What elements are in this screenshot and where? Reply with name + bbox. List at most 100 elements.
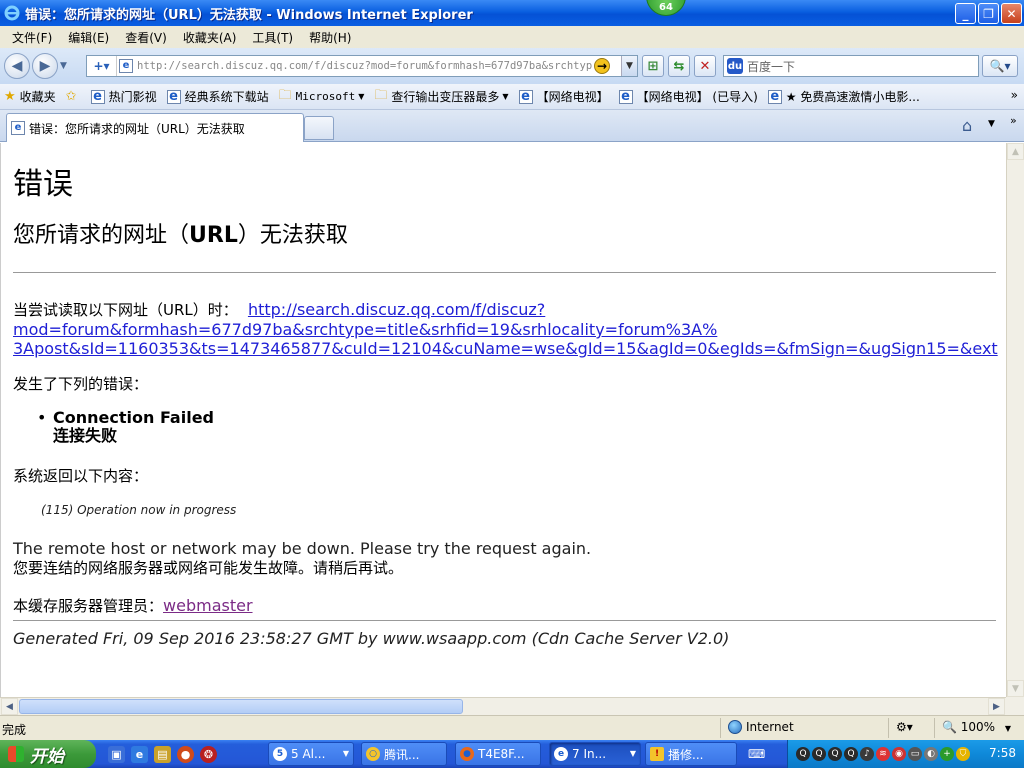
- fav-folder-microsoft[interactable]: 🗀 Microsoft ▼: [279, 86, 365, 108]
- favorites-bar: ★ 收藏夹 ✩ e 热门影视 e 经典系统下载站 🗀 Microsoft ▼ 🗀…: [0, 84, 1024, 110]
- scroll-right-icon[interactable]: ▶: [988, 698, 1005, 715]
- home-icon[interactable]: ⌂: [962, 116, 972, 135]
- chevron-down-icon: ▼: [502, 92, 509, 101]
- requested-url-link-1[interactable]: http://search.discuz.qq.com/f/discuz?: [248, 300, 545, 319]
- chevron-more-icon[interactable]: »: [1011, 88, 1018, 102]
- fav-item-network-tv-imported[interactable]: e 【网络电视】 (已导入): [618, 88, 758, 105]
- address-dropdown-icon[interactable]: ▼: [621, 56, 637, 76]
- task-label: T4E8F...: [478, 747, 525, 761]
- start-label: 开始: [30, 746, 64, 767]
- wifi-icon[interactable]: ≋: [876, 747, 890, 761]
- title-bar: 错误：您所请求的网址（URL）无法获取 - Windows Internet E…: [0, 0, 1024, 26]
- add-to-favorites-bar-button[interactable]: ✩: [66, 89, 81, 104]
- fav-label: ★ 免费高速激情小电影...: [785, 90, 920, 104]
- compatibility-view-icon[interactable]: ⊞: [642, 55, 664, 77]
- subtitle-url: URL: [189, 223, 238, 248]
- fav-folder-transformer[interactable]: 🗀 查行输出变压器最多 ▼: [374, 86, 508, 108]
- task-label: 7 In...: [572, 747, 607, 761]
- forward-button[interactable]: ▶: [32, 53, 58, 79]
- qq-icon[interactable]: Q: [812, 747, 826, 761]
- shield-icon[interactable]: ⛉: [956, 747, 970, 761]
- chevron-down-icon: ▼: [358, 92, 365, 101]
- minimize-button[interactable]: _: [955, 3, 976, 24]
- media-icon[interactable]: ●: [177, 745, 194, 763]
- requested-url-block: 当尝试读取以下网址（URL）时： http://search.discuz.qq…: [13, 300, 1006, 358]
- task-button-tencent[interactable]: ○ 腾讯...: [361, 742, 447, 766]
- go-icon[interactable]: →: [594, 58, 610, 74]
- chevron-more-icon[interactable]: »: [1010, 114, 1017, 127]
- task-label: 腾讯...: [384, 747, 420, 762]
- back-button[interactable]: ◀: [4, 53, 30, 79]
- qq-icon[interactable]: Q: [844, 747, 858, 761]
- stop-icon[interactable]: ✕: [694, 55, 716, 77]
- network-icon[interactable]: ▭: [908, 747, 922, 761]
- fav-item-system-download[interactable]: e 经典系统下载站: [166, 88, 269, 105]
- scroll-down-icon[interactable]: ▼: [1007, 680, 1024, 697]
- menu-view[interactable]: 查看(V): [117, 29, 175, 46]
- add-favorite-icon[interactable]: +▾: [87, 56, 117, 76]
- volume-icon[interactable]: ♪: [860, 747, 874, 761]
- history-dropdown-icon[interactable]: ▼: [60, 61, 67, 71]
- qq-icon[interactable]: Q: [796, 747, 810, 761]
- scrollbar-corner: [1006, 697, 1024, 715]
- app-icon[interactable]: ❂: [200, 745, 217, 763]
- maximize-button[interactable]: ❐: [978, 3, 999, 24]
- horizontal-scroll-thumb[interactable]: [19, 699, 463, 714]
- search-button[interactable]: 🔍▾: [982, 55, 1018, 77]
- windows-flag-icon: [8, 746, 24, 762]
- address-bar[interactable]: +▾ e http://search.discuz.qq.com/f/discu…: [86, 55, 638, 77]
- task-button-repair[interactable]: ! 播修...: [645, 742, 737, 766]
- scroll-left-icon[interactable]: ◀: [1, 698, 18, 715]
- requested-url-link-3[interactable]: 3Apost&sId=1160353&ts=1473465877&cuId=12…: [13, 339, 998, 358]
- tab-current[interactable]: e 错误：您所请求的网址（URL）无法获取: [6, 113, 304, 142]
- desktop-icon[interactable]: ▣: [108, 745, 125, 763]
- clock[interactable]: 7:58: [989, 746, 1016, 760]
- new-tab-button[interactable]: [304, 116, 334, 140]
- webmaster-link[interactable]: webmaster: [163, 596, 253, 615]
- antivirus-icon[interactable]: ◉: [892, 747, 906, 761]
- warning-icon: !: [650, 747, 664, 761]
- ie-icon[interactable]: e: [131, 745, 148, 763]
- chevron-down-icon: ▼: [629, 749, 636, 758]
- keyboard-icon[interactable]: ⌨: [748, 747, 765, 761]
- task-button-explorer[interactable]: 5 5 Al... ▼: [268, 742, 354, 766]
- error-name-cn: 连接失败: [53, 426, 118, 445]
- error-name-en: Connection Failed: [53, 408, 214, 427]
- shield-plus-icon[interactable]: +: [940, 747, 954, 761]
- qq-icon[interactable]: Q: [828, 747, 842, 761]
- search-input[interactable]: du 百度一下: [723, 55, 979, 77]
- security-zone[interactable]: Internet: [728, 720, 794, 734]
- close-button[interactable]: ✕: [1001, 3, 1022, 24]
- scroll-up-icon[interactable]: ▲: [1007, 143, 1024, 160]
- fav-item-hot-movies[interactable]: e 热门影视: [90, 88, 157, 105]
- ie-icon: e: [554, 747, 568, 761]
- status-text: 完成: [2, 723, 27, 737]
- menu-bar: 文件(F) 编辑(E) 查看(V) 收藏夹(A) 工具(T) 帮助(H): [0, 26, 1024, 48]
- menu-file[interactable]: 文件(F): [4, 29, 60, 46]
- notification-badge[interactable]: 64: [646, 0, 686, 16]
- ie-page-icon: e: [11, 121, 25, 135]
- task-button-ie-group[interactable]: e 7 In... ▼: [549, 742, 641, 766]
- vertical-scrollbar[interactable]: ▲ ▼: [1006, 143, 1024, 697]
- menu-tools[interactable]: 工具(T): [244, 29, 301, 46]
- menu-edit[interactable]: 编辑(E): [60, 29, 117, 46]
- zoom-control[interactable]: 🔍 100% ▼: [942, 720, 1011, 734]
- refresh-icon[interactable]: ⇆: [668, 55, 690, 77]
- favorites-center-button[interactable]: ★ 收藏夹: [4, 88, 56, 105]
- requested-url-link-2[interactable]: mod=forum&formhash=677d97ba&srchtype=tit…: [13, 320, 717, 339]
- fav-item-free-movies[interactable]: e ★ 免费高速激情小电影...: [767, 88, 920, 105]
- address-url[interactable]: http://search.discuz.qq.com/f/discuz?mod…: [137, 60, 592, 72]
- horizontal-scrollbar[interactable]: ◀ ▶: [0, 697, 1006, 715]
- search-placeholder: 百度一下: [747, 59, 796, 74]
- menu-help[interactable]: 帮助(H): [301, 29, 359, 46]
- divider: [13, 620, 996, 621]
- device-icon[interactable]: ◐: [924, 747, 938, 761]
- document-icon[interactable]: ▤: [154, 745, 171, 763]
- fav-item-network-tv[interactable]: e 【网络电视】: [518, 88, 609, 105]
- page-icon: e: [518, 89, 533, 104]
- menu-favorites[interactable]: 收藏夹(A): [175, 29, 245, 46]
- protected-mode-icon[interactable]: ⚙▾: [896, 720, 913, 734]
- home-dropdown-icon[interactable]: ▼: [988, 119, 995, 129]
- task-button-firefox[interactable]: ● T4E8F...: [455, 742, 541, 766]
- start-button[interactable]: 开始: [0, 740, 96, 768]
